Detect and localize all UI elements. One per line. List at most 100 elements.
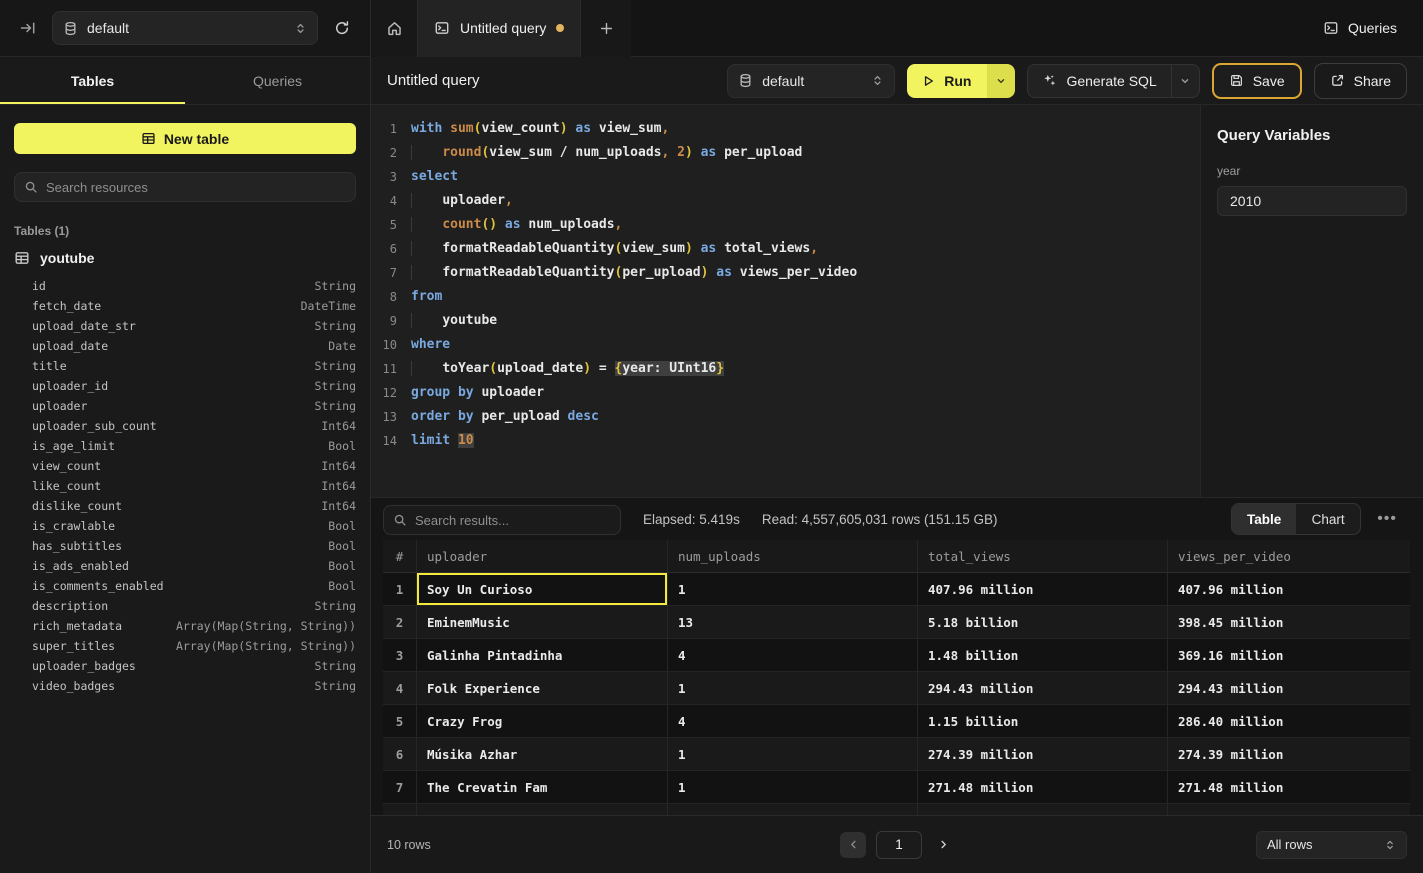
row-index-cell[interactable]: 7 — [383, 771, 417, 804]
row-index-cell[interactable]: 2 — [383, 606, 417, 639]
table-cell[interactable]: Músika Azhar — [417, 738, 668, 771]
table-cell[interactable]: 1 — [668, 672, 918, 705]
column-item[interactable]: has_subtitlesBool — [14, 536, 356, 556]
run-options-button[interactable] — [987, 64, 1015, 98]
column-item[interactable]: uploaderString — [14, 396, 356, 416]
column-item[interactable]: rich_metadataArray(Map(String, String)) — [14, 616, 356, 636]
more-options-button[interactable]: ••• — [1377, 510, 1397, 528]
refresh-button[interactable] — [328, 14, 356, 42]
query-tab[interactable]: Untitled query — [417, 0, 581, 57]
line-number: 7 — [371, 261, 397, 285]
view-toggle-table[interactable]: Table — [1232, 504, 1296, 534]
resource-search-input[interactable] — [46, 180, 346, 195]
previous-page-button[interactable] — [840, 832, 866, 858]
column-item[interactable]: uploader_sub_countInt64 — [14, 416, 356, 436]
column-item[interactable]: is_crawlableBool — [14, 516, 356, 536]
table-cell[interactable]: 274.39 million — [918, 738, 1168, 771]
table-cell[interactable]: 1 — [668, 573, 918, 606]
column-item[interactable]: view_countInt64 — [14, 456, 356, 476]
table-cell[interactable]: 4 — [668, 705, 918, 738]
column-header-total-views[interactable]: total_views — [918, 540, 1168, 573]
results-search-input[interactable] — [415, 513, 611, 528]
database-icon — [63, 21, 78, 36]
column-item[interactable]: uploader_idString — [14, 376, 356, 396]
column-item[interactable]: video_badgesString — [14, 676, 356, 696]
run-button[interactable]: Run — [907, 64, 987, 98]
table-cell[interactable]: 407.96 million — [1168, 573, 1410, 606]
column-item[interactable]: is_ads_enabledBool — [14, 556, 356, 576]
table-cell[interactable]: 369.16 million — [1168, 639, 1410, 672]
generate-sql-button[interactable]: Generate SQL — [1028, 73, 1170, 89]
results-search — [383, 505, 621, 535]
table-cell[interactable]: 294.43 million — [1168, 672, 1410, 705]
row-index-cell[interactable]: 6 — [383, 738, 417, 771]
save-button[interactable]: Save — [1212, 63, 1302, 99]
table-cell[interactable]: 5.18 billion — [918, 606, 1168, 639]
table-cell[interactable]: 1 — [668, 738, 918, 771]
column-name: id — [32, 279, 46, 293]
console-icon — [434, 20, 450, 36]
column-header-uploader[interactable]: uploader — [417, 540, 668, 573]
table-row: 4Folk Experience1294.43 million294.43 mi… — [383, 672, 1410, 705]
table-cell[interactable]: 1.48 billion — [918, 639, 1168, 672]
new-table-button[interactable]: New table — [14, 123, 356, 154]
sidebar-tab-queries[interactable]: Queries — [185, 57, 370, 104]
query-database-selector[interactable]: default — [727, 64, 895, 98]
column-item[interactable]: descriptionString — [14, 596, 356, 616]
column-item[interactable]: is_age_limitBool — [14, 436, 356, 456]
table-cell[interactable]: Galinha Pintadinha — [417, 639, 668, 672]
table-cell[interactable]: Soy Un Curioso — [417, 573, 668, 606]
table-cell[interactable]: 286.40 million — [1168, 705, 1410, 738]
queries-button[interactable]: Queries — [1323, 20, 1397, 36]
sql-editor[interactable]: 1with sum(view_count) as view_sum,2 roun… — [371, 105, 1200, 497]
row-index-cell[interactable]: 4 — [383, 672, 417, 705]
table-cell[interactable]: 271.48 million — [918, 771, 1168, 804]
table-cell[interactable]: 1 — [668, 771, 918, 804]
table-cell[interactable]: 13 — [668, 606, 918, 639]
column-item[interactable]: uploader_badgesString — [14, 656, 356, 676]
column-item[interactable]: upload_date_strString — [14, 316, 356, 336]
table-cell[interactable]: EminemMusic — [417, 606, 668, 639]
column-item[interactable]: upload_dateDate — [14, 336, 356, 356]
collapse-sidebar-button[interactable] — [14, 14, 42, 42]
share-button[interactable]: Share — [1314, 63, 1407, 99]
sidebar-tab-tables[interactable]: Tables — [0, 57, 185, 104]
column-item[interactable]: like_countInt64 — [14, 476, 356, 496]
table-cell[interactable]: 274.39 million — [1168, 738, 1410, 771]
column-item[interactable]: is_comments_enabledBool — [14, 576, 356, 596]
column-item[interactable]: titleString — [14, 356, 356, 376]
column-header-views-per-video[interactable]: views_per_video — [1168, 540, 1410, 573]
home-button[interactable] — [371, 0, 417, 57]
table-cell[interactable]: 407.96 million — [918, 573, 1168, 606]
table-cell[interactable]: 294.43 million — [918, 672, 1168, 705]
column-item[interactable]: super_titlesArray(Map(String, String)) — [14, 636, 356, 656]
table-cell[interactable]: 271.48 million — [1168, 771, 1410, 804]
view-toggle-chart[interactable]: Chart — [1296, 504, 1360, 534]
column-item[interactable]: fetch_dateDateTime — [14, 296, 356, 316]
line-number: 12 — [371, 381, 397, 405]
table-item-youtube[interactable]: youtube — [14, 250, 356, 266]
table-cell[interactable]: Crazy Frog — [417, 705, 668, 738]
variable-input-year[interactable] — [1217, 186, 1407, 216]
current-page-indicator[interactable]: 1 — [876, 831, 922, 859]
next-page-button[interactable] — [932, 832, 954, 858]
row-index-cell[interactable]: 5 — [383, 705, 417, 738]
row-index-cell[interactable]: 1 — [383, 573, 417, 606]
unsaved-dot — [556, 24, 564, 32]
table-cell[interactable]: The Crevatin Fam — [417, 771, 668, 804]
generate-sql-options-button[interactable] — [1171, 65, 1199, 97]
database-selector[interactable]: default — [52, 11, 318, 45]
column-header-index[interactable]: # — [383, 540, 417, 573]
column-item[interactable]: idString — [14, 276, 356, 296]
column-item[interactable]: dislike_countInt64 — [14, 496, 356, 516]
page-size-selector[interactable]: All rows — [1256, 831, 1407, 859]
new-tab-button[interactable] — [581, 0, 631, 57]
row-index-cell[interactable]: 3 — [383, 639, 417, 672]
column-header-num-uploads[interactable]: num_uploads — [668, 540, 918, 573]
table-cell[interactable]: 398.45 million — [1168, 606, 1410, 639]
row-count: 10 rows — [387, 838, 431, 852]
table-cell[interactable]: 4 — [668, 639, 918, 672]
table-cell[interactable]: 1.15 billion — [918, 705, 1168, 738]
table-cell[interactable]: Folk Experience — [417, 672, 668, 705]
code-line: 9 youtube — [371, 309, 1200, 333]
